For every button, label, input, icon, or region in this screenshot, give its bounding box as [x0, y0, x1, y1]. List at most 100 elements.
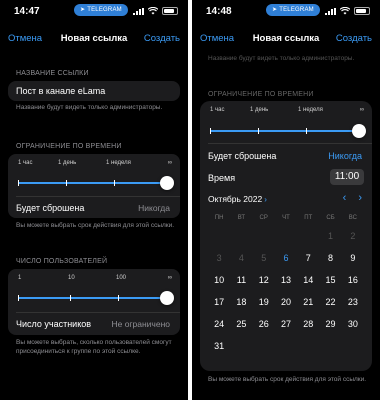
- create-button[interactable]: Создать: [336, 33, 372, 44]
- phone-screen-right: 14:48 ➤ TELEGRAM Новая ссылка Отмена Соз…: [192, 0, 380, 400]
- weekday-label: ПТ: [304, 215, 313, 221]
- telegram-pill[interactable]: ➤ TELEGRAM: [266, 4, 320, 16]
- user-limit-section-label: ЧИСЛО ПОЛЬЗОВАТЕЛЕЙ: [16, 258, 108, 265]
- telegram-pill[interactable]: ➤ TELEGRAM: [74, 4, 128, 16]
- signal-icon: [133, 7, 144, 15]
- prev-month-icon[interactable]: ‹: [343, 192, 347, 204]
- status-icons: [325, 7, 370, 15]
- nav-bar: Новая ссылка Отмена Создать: [192, 33, 380, 49]
- calendar-day[interactable]: 4: [230, 251, 252, 265]
- reset-label: Будет сброшена: [16, 203, 85, 213]
- user-limit-slider[interactable]: [18, 291, 174, 305]
- calendar-day[interactable]: 16: [342, 273, 364, 287]
- user-label-1: 1: [18, 275, 22, 281]
- link-name-field[interactable]: Пост в канале eLama: [8, 81, 180, 101]
- calendar-day[interactable]: 9: [342, 251, 364, 265]
- slider-tick: [306, 128, 307, 134]
- calendar-day[interactable]: 23: [342, 295, 364, 309]
- slider-tick: [18, 295, 19, 301]
- participants-label: Число участников: [16, 319, 92, 329]
- cancel-button[interactable]: Отмена: [200, 33, 234, 44]
- calendar-day[interactable]: 17: [208, 295, 230, 309]
- time-slider-labels: 1 час 1 день 1 неделя ∞: [210, 107, 364, 115]
- calendar-day[interactable]: 13: [275, 273, 297, 287]
- weekday-label: СБ: [326, 215, 335, 221]
- calendar-day[interactable]: 11: [230, 273, 252, 287]
- time-limit-slider[interactable]: [18, 176, 174, 190]
- calendar-day[interactable]: 10: [208, 273, 230, 287]
- month-row: Октябрь 2022 › ‹ ›: [208, 192, 364, 204]
- time-chip[interactable]: 11:00: [330, 169, 364, 185]
- calendar-day[interactable]: 30: [342, 317, 364, 331]
- send-icon: ➤: [80, 7, 86, 13]
- calendar-day[interactable]: 22: [319, 295, 341, 309]
- calendar-day[interactable]: 12: [253, 273, 275, 287]
- slider-tick: [210, 128, 211, 134]
- time-limit-section-label: ОГРАНИЧЕНИЕ ПО ВРЕМЕНИ: [208, 91, 314, 98]
- link-name-value: Пост в канале eLama: [16, 86, 106, 96]
- calendar-day[interactable]: 1: [319, 229, 341, 243]
- calendar-day[interactable]: 20: [275, 295, 297, 309]
- calendar-day[interactable]: 18: [230, 295, 252, 309]
- time-limit-note: Вы можете выбрать срок действия для этой…: [16, 222, 175, 229]
- slider-knob[interactable]: [160, 291, 174, 305]
- slider-tick: [114, 180, 115, 186]
- calendar-day[interactable]: 3: [208, 251, 230, 265]
- next-month-icon[interactable]: ›: [358, 192, 362, 204]
- calendar-day[interactable]: 27: [275, 317, 297, 331]
- cancel-button[interactable]: Отмена: [8, 33, 42, 44]
- calendar-day[interactable]: 24: [208, 317, 230, 331]
- phone-screen-left: 14:47 ➤ TELEGRAM Новая ссылка Отмена Соз…: [0, 0, 188, 400]
- calendar-day[interactable]: 5: [253, 251, 275, 265]
- slider-knob[interactable]: [160, 176, 174, 190]
- divider: [208, 143, 372, 144]
- screenshot-composite: 14:47 ➤ TELEGRAM Новая ссылка Отмена Соз…: [0, 0, 380, 400]
- calendar-day[interactable]: 21: [297, 295, 319, 309]
- calendar-day[interactable]: 31: [208, 339, 230, 353]
- reset-row[interactable]: Будет сброшена Никогда: [208, 151, 362, 161]
- slider-tick: [258, 128, 259, 134]
- time-label-hour: 1 час: [210, 107, 225, 113]
- participants-value[interactable]: Не ограничено: [111, 319, 170, 329]
- time-label: Время: [208, 173, 236, 183]
- status-time: 14:47: [14, 6, 40, 17]
- time-limit-note: Вы можете выбрать срок действия для этой…: [208, 376, 367, 383]
- weekday-header: ПН ВТ СР ЧТ ПТ СБ ВС: [208, 215, 364, 221]
- status-bar: 14:47 ➤ TELEGRAM: [0, 0, 188, 24]
- month-label: Октябрь 2022: [208, 194, 263, 204]
- month-selector[interactable]: Октябрь 2022 ›: [208, 194, 267, 204]
- status-icons: [133, 7, 178, 15]
- reset-value[interactable]: Никогда: [328, 151, 362, 161]
- slider-knob[interactable]: [352, 124, 366, 138]
- battery-icon: [162, 7, 178, 15]
- time-label-day: 1 день: [58, 160, 77, 166]
- create-button[interactable]: Создать: [144, 33, 180, 44]
- calendar-day[interactable]: 7: [297, 251, 319, 265]
- calendar-day[interactable]: 19: [253, 295, 275, 309]
- calendar-day[interactable]: 26: [253, 317, 275, 331]
- calendar-day[interactable]: 15: [319, 273, 341, 287]
- time-limit-slider[interactable]: [210, 124, 366, 138]
- link-name-note: Название будут видеть только администрат…: [16, 104, 163, 111]
- slider-tick: [70, 295, 71, 301]
- wifi-icon: [148, 7, 158, 15]
- divider: [16, 196, 180, 197]
- calendar-day[interactable]: 14: [297, 273, 319, 287]
- user-limit-card: 1 10 100 ∞ Число участников Не ограничен…: [8, 269, 180, 335]
- calendar-day[interactable]: 25: [230, 317, 252, 331]
- time-limit-card: 1 час 1 день 1 неделя ∞ Будет сброшена Н…: [8, 154, 180, 218]
- calendar-day[interactable]: 2: [342, 229, 364, 243]
- reset-value[interactable]: Никогда: [138, 203, 170, 213]
- calendar-day[interactable]: 28: [297, 317, 319, 331]
- weekday-label: ПН: [214, 215, 224, 221]
- time-label-hour: 1 час: [18, 160, 33, 166]
- calendar-nav: ‹ ›: [343, 192, 362, 204]
- weekday-label: ВТ: [237, 215, 246, 221]
- time-label-infinity: ∞: [359, 107, 364, 113]
- calendar-day[interactable]: 6: [275, 251, 297, 265]
- calendar-day[interactable]: 8: [319, 251, 341, 265]
- slider-tick: [66, 180, 67, 186]
- telegram-pill-label: TELEGRAM: [87, 7, 122, 13]
- calendar-day[interactable]: 29: [319, 317, 341, 331]
- user-label-10: 10: [68, 275, 75, 281]
